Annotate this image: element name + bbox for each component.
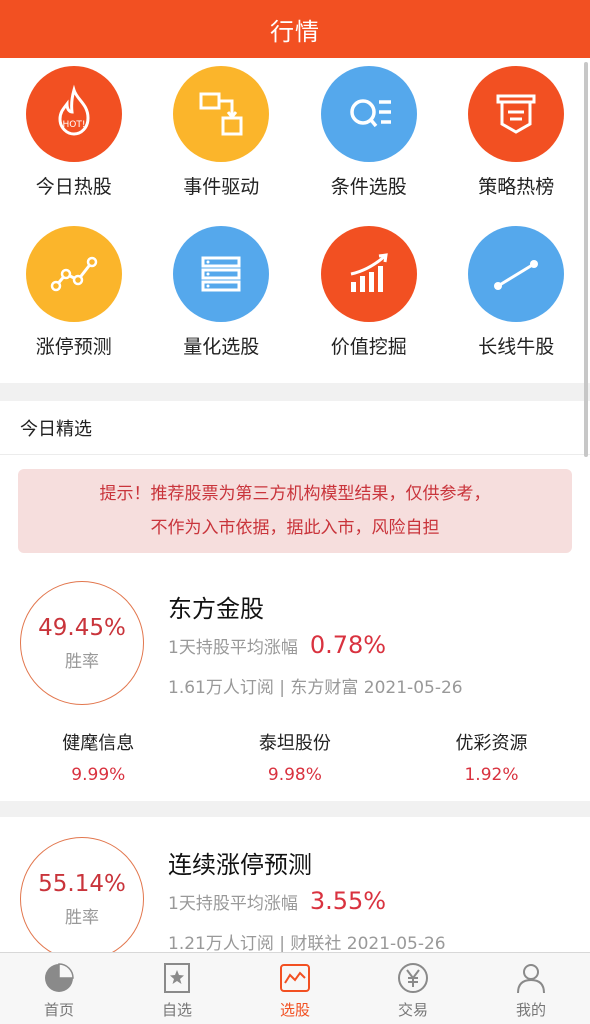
- pie-chart-icon: [45, 963, 74, 992]
- grid-label: 策略热榜: [478, 176, 555, 198]
- stock-list: 健麾信息 9.99% 泰坦股份 9.98% 优彩资源 1.92%: [0, 729, 590, 785]
- bottom-tab-bar: 首页 自选 选股 交易 我的: [0, 952, 590, 1024]
- tab-label: 交易: [397, 1001, 428, 1019]
- subscription-meta: 1.21万人订阅 | 财联社 2021-05-26: [168, 934, 446, 954]
- win-rate-label: 胜率: [65, 907, 99, 928]
- grid-item-limit-up-forecast[interactable]: 涨停预测: [0, 226, 148, 386]
- stock-name: 泰坦股份: [258, 733, 331, 754]
- strategy-title: 连续涨停预测: [168, 851, 312, 879]
- grid-item-quant-picker[interactable]: 量化选股: [148, 226, 296, 386]
- tab-label: 我的: [515, 1001, 546, 1019]
- yen-coin-icon: [398, 963, 428, 993]
- grid-item-event-driven[interactable]: 事件驱动: [148, 66, 296, 226]
- top-header: 行情: [0, 0, 590, 58]
- stock-chart-icon: [280, 964, 310, 992]
- trend-line-icon: [25, 226, 122, 322]
- avg-gain-row: 1天持股平均涨幅 0.78%: [168, 631, 386, 659]
- subscription-meta: 1.61万人订阅 | 东方财富 2021-05-26: [168, 678, 463, 698]
- tip-line-1: 提示！推荐股票为第三方机构模型结果，仅供参考，: [99, 484, 491, 504]
- win-rate-value: 49.45%: [38, 614, 126, 641]
- avg-gain-label: 1天持股平均涨幅: [168, 638, 298, 658]
- avg-gain-value: 3.55%: [309, 887, 387, 915]
- strategy-title: 东方金股: [168, 595, 264, 623]
- scrollbar[interactable]: [584, 62, 588, 457]
- stock-change: 9.99%: [71, 765, 126, 785]
- grid-label: 涨停预测: [35, 336, 112, 358]
- strategy-card[interactable]: 49.45% 胜率 东方金股 1天持股平均涨幅 0.78% 1.61万人订阅 |…: [0, 581, 590, 801]
- grid-label: 量化选股: [183, 336, 260, 358]
- tab-label: 选股: [279, 1001, 310, 1019]
- ribbon-badge-icon: [468, 66, 565, 162]
- stock-item[interactable]: 健麾信息 9.99%: [0, 729, 197, 785]
- bar-growth-icon: [320, 226, 417, 322]
- stock-change: 9.98%: [267, 765, 322, 785]
- grid-label: 事件驱动: [183, 176, 260, 198]
- tab-trade[interactable]: 交易: [354, 953, 472, 1024]
- win-rate-ring: 55.14% 胜率: [20, 837, 144, 961]
- page-title: 行情: [270, 17, 320, 46]
- stock-change: 1.92%: [464, 765, 519, 785]
- tab-watchlist[interactable]: 自选: [118, 953, 236, 1024]
- strategy-card[interactable]: 55.14% 胜率 连续涨停预测 1天持股平均涨幅 3.55% 1.21万人订阅…: [0, 817, 590, 961]
- star-bookmark-icon: [164, 963, 190, 993]
- stock-item[interactable]: 泰坦股份 9.98%: [197, 729, 394, 785]
- tab-profile[interactable]: 我的: [472, 953, 590, 1024]
- card-divider: [0, 801, 590, 817]
- win-rate-ring: 49.45% 胜率: [20, 581, 144, 705]
- grid-item-value-mining[interactable]: 价值挖掘: [295, 226, 443, 386]
- grid-item-strategy-ranking[interactable]: 策略热榜: [443, 66, 590, 226]
- user-icon: [517, 964, 545, 994]
- search-list-icon: [320, 66, 417, 162]
- avg-gain-label: 1天持股平均涨幅: [168, 894, 298, 914]
- grid-label: 今日热股: [35, 176, 112, 198]
- section-title: 今日精选: [0, 401, 590, 455]
- tab-home[interactable]: 首页: [0, 953, 118, 1024]
- grid-label: 价值挖掘: [330, 336, 407, 358]
- grid-item-hot-stocks[interactable]: HOT! 今日热股: [0, 66, 148, 226]
- stock-name: 健麾信息: [62, 733, 135, 754]
- tab-stock-picker[interactable]: 选股: [236, 953, 354, 1024]
- feature-grid: HOT! 今日热股 事件驱动 条件选股 策略热榜 涨停预测 量化选股 价值挖掘 …: [0, 58, 590, 386]
- grid-item-long-term-bull[interactable]: 长线牛股: [443, 226, 590, 386]
- win-rate-label: 胜率: [65, 651, 99, 672]
- avg-gain-value: 0.78%: [309, 631, 387, 659]
- stock-item[interactable]: 优彩资源 1.92%: [393, 729, 590, 785]
- avg-gain-row: 1天持股平均涨幅 3.55%: [168, 887, 386, 915]
- grid-label: 长线牛股: [478, 336, 555, 358]
- grid-label: 条件选股: [330, 176, 407, 198]
- grid-item-condition-picker[interactable]: 条件选股: [295, 66, 443, 226]
- win-rate-value: 55.14%: [38, 870, 126, 897]
- event-flow-icon: [173, 66, 270, 162]
- stack-list-icon: [173, 226, 270, 322]
- fire-hot-icon: HOT!: [25, 66, 122, 162]
- tab-label: 首页: [43, 1001, 74, 1019]
- hot-badge-text: HOT!: [62, 120, 85, 130]
- stock-name: 优彩资源: [455, 733, 528, 754]
- long-line-icon: [468, 226, 565, 322]
- risk-warning-banner: 提示！推荐股票为第三方机构模型结果，仅供参考， 不作为入市依据，据此入市，风险自…: [18, 469, 572, 553]
- tip-line-2: 不作为入市依据，据此入市，风险自担: [150, 518, 440, 538]
- tab-label: 自选: [161, 1001, 192, 1019]
